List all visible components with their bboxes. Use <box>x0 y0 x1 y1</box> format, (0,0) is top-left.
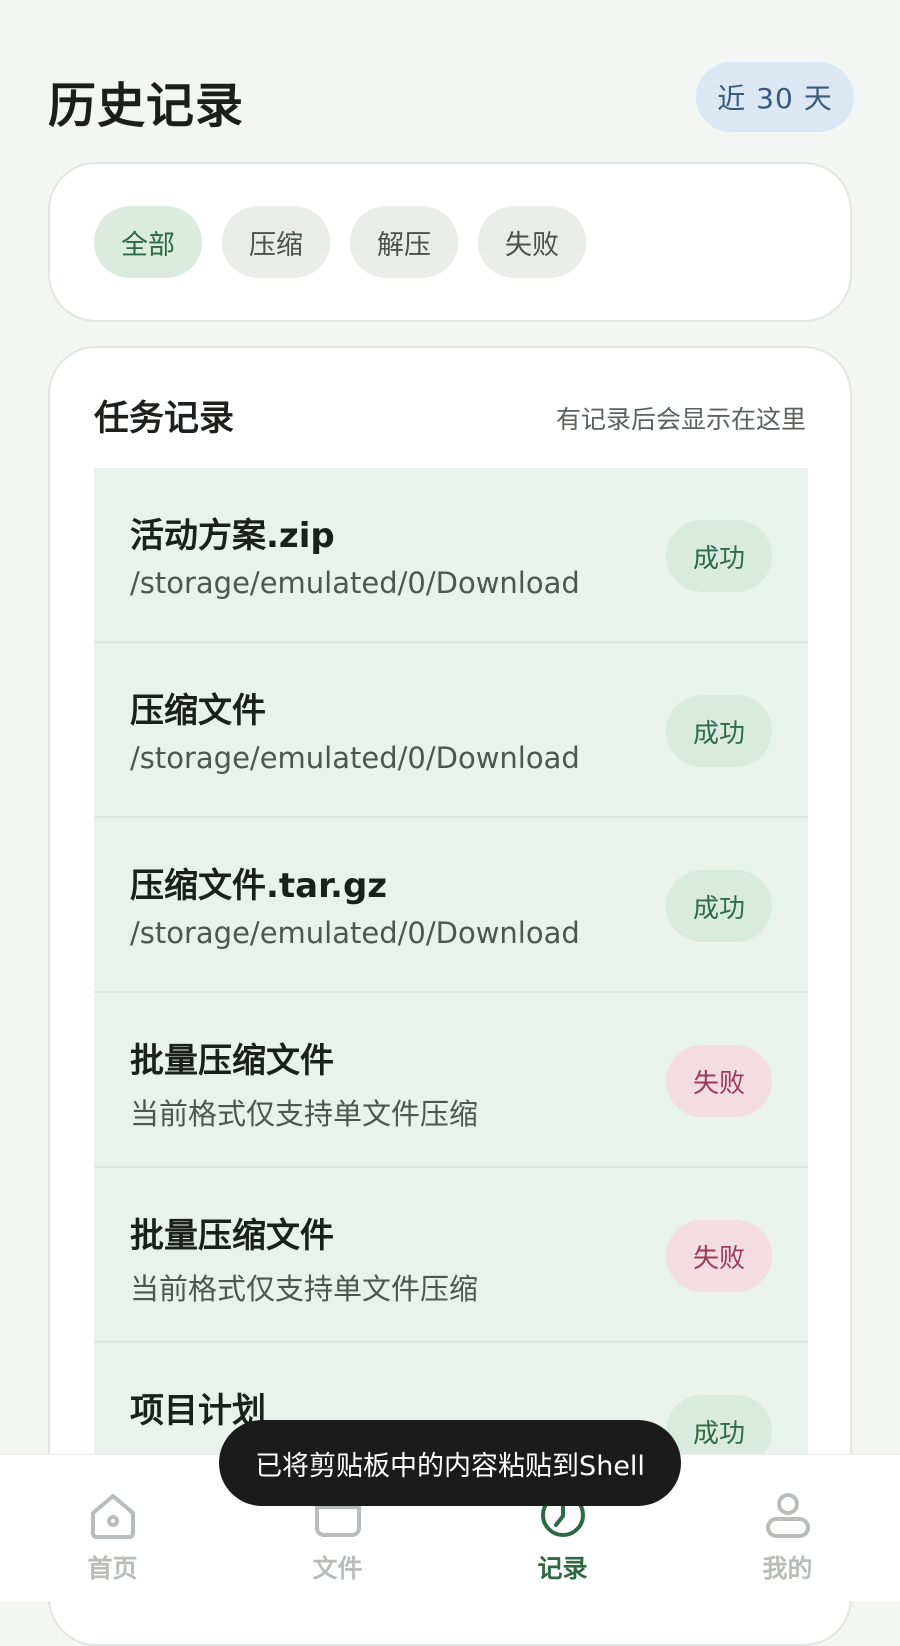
date-range-chip[interactable]: 近 30 天 <box>696 62 854 132</box>
filter-chip-all[interactable]: 全部 <box>94 206 202 278</box>
task-detail: /storage/emulated/0/Download <box>130 916 580 950</box>
task-list: 活动方案.zip /storage/emulated/0/Download 成功… <box>94 468 808 1518</box>
task-detail: /storage/emulated/0/Download <box>130 566 580 600</box>
filter-card: 全部 压缩 解压 失败 <box>48 162 852 322</box>
task-list-title: 任务记录 <box>94 399 235 439</box>
filter-chip-failed[interactable]: 失败 <box>478 206 586 278</box>
task-row[interactable]: 批量压缩文件 当前格式仅支持单文件压缩 失败 <box>94 1168 808 1343</box>
status-badge: 失败 <box>666 1045 772 1117</box>
status-badge: 失败 <box>666 1220 772 1292</box>
task-row[interactable]: 压缩文件.tar.gz /storage/emulated/0/Download… <box>94 818 808 993</box>
task-detail: /storage/emulated/0/Download <box>130 741 580 775</box>
task-name: 批量压缩文件 <box>130 1041 334 1081</box>
task-name: 批量压缩文件 <box>130 1216 334 1256</box>
nav-item-profile[interactable]: 我的 <box>675 1455 900 1601</box>
status-badge: 成功 <box>666 520 772 592</box>
task-name: 活动方案.zip <box>130 516 335 556</box>
nav-label: 我的 <box>762 1554 813 1583</box>
filter-chip-compress[interactable]: 压缩 <box>222 206 330 278</box>
home-icon <box>90 1494 135 1539</box>
header: 历史记录 近 30 天 <box>0 0 900 160</box>
nav-label: 文件 <box>312 1554 363 1583</box>
nav-label: 首页 <box>87 1554 138 1583</box>
filter-chip-extract[interactable]: 解压 <box>350 206 458 278</box>
task-name: 压缩文件 <box>130 691 266 731</box>
nav-label: 记录 <box>537 1554 588 1583</box>
toast-message: 已将剪贴板中的内容粘贴到Shell <box>219 1420 681 1506</box>
status-badge: 成功 <box>666 870 772 942</box>
task-row[interactable]: 压缩文件 /storage/emulated/0/Download 成功 <box>94 643 808 818</box>
page-title: 历史记录 <box>48 78 245 134</box>
task-name: 压缩文件.tar.gz <box>130 866 388 906</box>
task-detail: 当前格式仅支持单文件压缩 <box>130 1097 479 1131</box>
task-list-hint: 有记录后会显示在这里 <box>555 405 806 434</box>
task-row[interactable]: 活动方案.zip /storage/emulated/0/Download 成功 <box>94 468 808 643</box>
task-detail: 当前格式仅支持单文件压缩 <box>130 1272 479 1306</box>
user-icon <box>765 1493 810 1538</box>
nav-item-home[interactable]: 首页 <box>0 1455 225 1601</box>
task-row[interactable]: 批量压缩文件 当前格式仅支持单文件压缩 失败 <box>94 993 808 1168</box>
status-badge: 成功 <box>666 695 772 767</box>
